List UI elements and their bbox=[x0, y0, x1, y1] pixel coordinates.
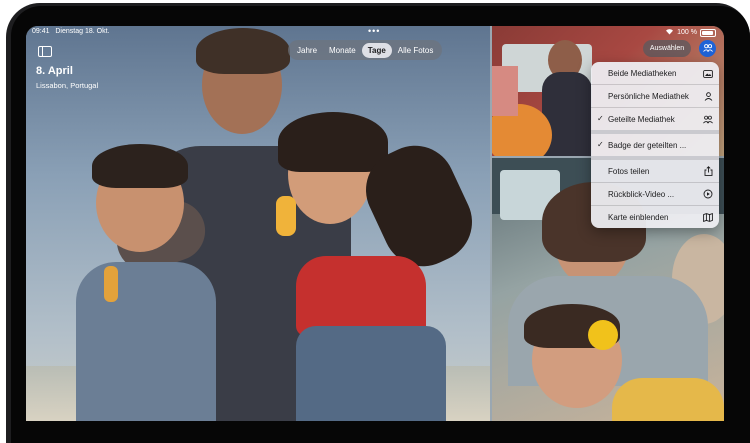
photo-stack-icon bbox=[703, 68, 713, 78]
checkmark-icon: ✓ bbox=[597, 140, 604, 149]
photos-app-screen: 09:41 Dienstag 18. Okt. ••• 100 % 8. Apr… bbox=[26, 26, 724, 421]
checkmark-icon: ✓ bbox=[597, 114, 604, 123]
status-time-date: 09:41 Dienstag 18. Okt. bbox=[32, 28, 109, 35]
tab-days[interactable]: Tage bbox=[361, 42, 392, 58]
menu-item-label: Rückblick-Video ... bbox=[608, 189, 675, 199]
library-filter-button[interactable] bbox=[699, 40, 716, 57]
two-people-icon bbox=[703, 114, 713, 124]
memories-icon bbox=[703, 189, 713, 199]
battery-percent: 100 % bbox=[677, 29, 697, 36]
menu-item-label: Karte einblenden bbox=[608, 212, 669, 222]
menu-item-show-map[interactable]: Karte einblenden bbox=[591, 206, 719, 228]
menu-item-label: Badge der geteilten ... bbox=[608, 140, 687, 150]
menu-item-label: Fotos teilen bbox=[608, 166, 650, 176]
status-time: 09:41 bbox=[32, 28, 50, 35]
menu-item-personal-library[interactable]: Persönliche Mediathek bbox=[591, 85, 719, 107]
map-icon bbox=[703, 212, 713, 222]
menu-item-label: Beide Mediatheken bbox=[608, 68, 677, 78]
menu-item-both-libraries[interactable]: Beide Mediatheken bbox=[591, 62, 719, 84]
menu-item-shared-library[interactable]: ✓ Geteilte Mediathek bbox=[591, 108, 719, 130]
status-indicators: 100 % bbox=[665, 28, 716, 37]
location-subtitle: Lissabon, Portugal bbox=[36, 81, 99, 90]
view-segmented-control: Jahre Monate Tage Alle Fotos bbox=[288, 40, 443, 60]
battery-icon bbox=[700, 28, 716, 37]
tab-years[interactable]: Jahre bbox=[291, 43, 323, 58]
library-menu: Beide Mediatheken Persönliche Mediathek … bbox=[591, 62, 719, 228]
multitasking-dots-icon[interactable]: ••• bbox=[368, 26, 380, 36]
page-title: 8. April bbox=[36, 65, 73, 77]
tab-months[interactable]: Monate bbox=[323, 43, 362, 58]
select-button[interactable]: Auswählen bbox=[643, 40, 691, 57]
menu-item-memory-video[interactable]: Rückblick-Video ... bbox=[591, 183, 719, 205]
menu-item-share-photos[interactable]: Fotos teilen bbox=[591, 160, 719, 182]
person-icon bbox=[703, 91, 713, 101]
status-date: Dienstag 18. Okt. bbox=[55, 28, 110, 35]
menu-item-label: Persönliche Mediathek bbox=[608, 91, 689, 101]
share-icon bbox=[703, 166, 713, 176]
two-people-icon bbox=[702, 43, 713, 54]
sidebar-toggle-icon[interactable] bbox=[38, 46, 52, 57]
menu-item-label: Geteilte Mediathek bbox=[608, 114, 675, 124]
tab-all-photos[interactable]: Alle Fotos bbox=[392, 43, 440, 58]
menu-item-shared-badge[interactable]: ✓ Badge der geteilten ... bbox=[591, 134, 719, 156]
wifi-icon bbox=[665, 28, 674, 37]
